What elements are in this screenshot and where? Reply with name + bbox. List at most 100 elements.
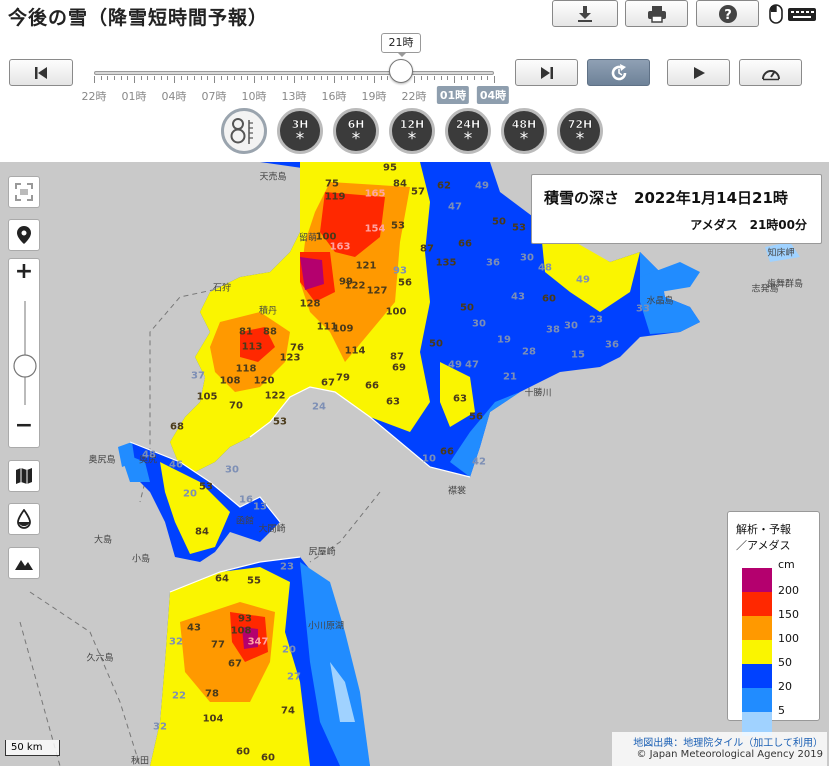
map-view[interactable]: 天売島 留萌 石狩 積丹 奥尻島 奥尻 函館 大島 小島 大間崎 尻屋崎 十勝川 水晶島 志発島 歯舞群島襟… — [0, 162, 829, 766]
amedas-value[interactable]: 88 — [263, 327, 277, 338]
amedas-value[interactable]: 16 — [239, 495, 253, 506]
opacity-button[interactable] — [8, 503, 40, 535]
map-source-link[interactable]: 地図出典：地理院タイル（加工して利用） — [633, 734, 823, 749]
amedas-value[interactable]: 127 — [367, 286, 388, 297]
amedas-value[interactable]: 28 — [522, 347, 536, 358]
amedas-value[interactable]: 104 — [203, 714, 224, 725]
amedas-value[interactable]: 135 — [436, 258, 457, 269]
period-button-12h[interactable]: 12H * — [389, 108, 435, 154]
amedas-value[interactable]: 63 — [386, 397, 400, 408]
amedas-value[interactable]: 30 — [472, 319, 486, 330]
amedas-value[interactable]: 48 — [142, 450, 156, 461]
amedas-value[interactable]: 22 — [172, 691, 186, 702]
amedas-value[interactable]: 109 — [333, 324, 354, 335]
amedas-value[interactable]: 30 — [520, 253, 534, 264]
amedas-value[interactable]: 49 — [448, 360, 462, 371]
amedas-value[interactable]: 55 — [247, 576, 261, 587]
amedas-value[interactable]: 74 — [281, 706, 295, 717]
amedas-value[interactable]: 79 — [336, 373, 350, 384]
download-button[interactable] — [552, 0, 618, 27]
amedas-value[interactable]: 38 — [546, 325, 560, 336]
amedas-value[interactable]: 30 — [225, 465, 239, 476]
amedas-value[interactable]: 78 — [205, 689, 219, 700]
print-button[interactable] — [625, 0, 688, 27]
jump-to-start-button[interactable] — [9, 59, 73, 86]
amedas-value[interactable]: 60 — [261, 753, 275, 764]
amedas-value[interactable]: 13 — [253, 502, 267, 513]
zoom-slider-handle[interactable] — [13, 354, 37, 378]
amedas-value[interactable]: 100 — [386, 307, 407, 318]
amedas-value[interactable]: 20 — [282, 645, 296, 656]
amedas-value[interactable]: 154 — [365, 224, 386, 235]
amedas-value[interactable]: 37 — [191, 371, 205, 382]
amedas-value[interactable]: 47 — [465, 360, 479, 371]
map-layer-button[interactable] — [8, 460, 40, 492]
amedas-value[interactable]: 108 — [231, 626, 252, 637]
amedas-value[interactable]: 48 — [538, 263, 552, 274]
amedas-value[interactable]: 42 — [472, 457, 486, 468]
amedas-value[interactable]: 77 — [211, 640, 225, 651]
amedas-value[interactable]: 49 — [475, 181, 489, 192]
amedas-value[interactable]: 69 — [392, 363, 406, 374]
amedas-value[interactable]: 93 — [393, 266, 407, 277]
period-button-72h[interactable]: 72H * — [557, 108, 603, 154]
amedas-value[interactable]: 43 — [187, 623, 201, 634]
amedas-value[interactable]: 67 — [321, 378, 335, 389]
amedas-value[interactable]: 84 — [195, 527, 209, 538]
period-button-3h[interactable]: 3H * — [277, 108, 323, 154]
amedas-value[interactable]: 56 — [398, 278, 412, 289]
amedas-value[interactable]: 84 — [393, 179, 407, 190]
time-slider-track[interactable] — [94, 71, 494, 75]
period-button-24h[interactable]: 24H * — [445, 108, 491, 154]
amedas-value[interactable]: 118 — [236, 364, 257, 375]
period-button-48h[interactable]: 48H * — [501, 108, 547, 154]
amedas-value[interactable]: 120 — [254, 376, 275, 387]
amedas-value[interactable]: 15 — [571, 350, 585, 361]
amedas-value[interactable]: 50 — [492, 217, 506, 228]
amedas-value[interactable]: 113 — [242, 342, 263, 353]
amedas-value[interactable]: 53 — [391, 221, 405, 232]
amedas-value[interactable]: 49 — [576, 275, 590, 286]
zoom-out-button[interactable]: − — [9, 413, 39, 438]
refresh-button[interactable] — [587, 59, 650, 86]
amedas-value[interactable]: 30 — [564, 321, 578, 332]
amedas-value[interactable]: 23 — [589, 315, 603, 326]
amedas-value[interactable]: 163 — [330, 242, 351, 253]
amedas-value[interactable]: 46 — [169, 460, 183, 471]
amedas-value[interactable]: 87 — [420, 244, 434, 255]
amedas-value[interactable]: 33 — [636, 304, 650, 315]
amedas-value[interactable]: 27 — [287, 672, 301, 683]
amedas-value[interactable]: 10 — [422, 454, 436, 465]
time-slider-handle[interactable] — [389, 59, 413, 83]
amedas-value[interactable]: 68 — [170, 422, 184, 433]
amedas-value[interactable]: 19 — [497, 335, 511, 346]
amedas-value[interactable]: 347 — [248, 637, 269, 648]
amedas-value[interactable]: 56 — [469, 412, 483, 423]
amedas-value[interactable]: 21 — [503, 372, 517, 383]
terrain-button[interactable] — [8, 547, 40, 579]
play-button[interactable] — [667, 59, 730, 86]
mouse-keyboard-toggle[interactable] — [768, 4, 818, 24]
amedas-value[interactable]: 123 — [280, 353, 301, 364]
amedas-value[interactable]: 60 — [236, 747, 250, 758]
amedas-value[interactable]: 36 — [486, 258, 500, 269]
amedas-value[interactable]: 60 — [542, 294, 556, 305]
amedas-value[interactable]: 32 — [153, 722, 167, 733]
amedas-value[interactable]: 63 — [453, 394, 467, 405]
help-button[interactable]: ? — [696, 0, 759, 27]
amedas-value[interactable]: 53 — [199, 482, 213, 493]
amedas-value[interactable]: 50 — [460, 303, 474, 314]
amedas-value[interactable]: 66 — [458, 239, 472, 250]
amedas-value[interactable]: 32 — [169, 637, 183, 648]
period-button-6h[interactable]: 6H * — [333, 108, 379, 154]
amedas-value[interactable]: 53 — [273, 417, 287, 428]
amedas-value[interactable]: 119 — [325, 192, 346, 203]
amedas-value[interactable]: 81 — [239, 327, 253, 338]
amedas-value[interactable]: 24 — [312, 402, 326, 413]
amedas-value[interactable]: 20 — [183, 489, 197, 500]
current-location-button[interactable] — [8, 219, 40, 251]
amedas-value[interactable]: 66 — [365, 381, 379, 392]
amedas-value[interactable]: 66 — [440, 447, 454, 458]
zoom-in-button[interactable]: + — [9, 259, 39, 284]
zoom-slider-track[interactable] — [24, 301, 26, 405]
